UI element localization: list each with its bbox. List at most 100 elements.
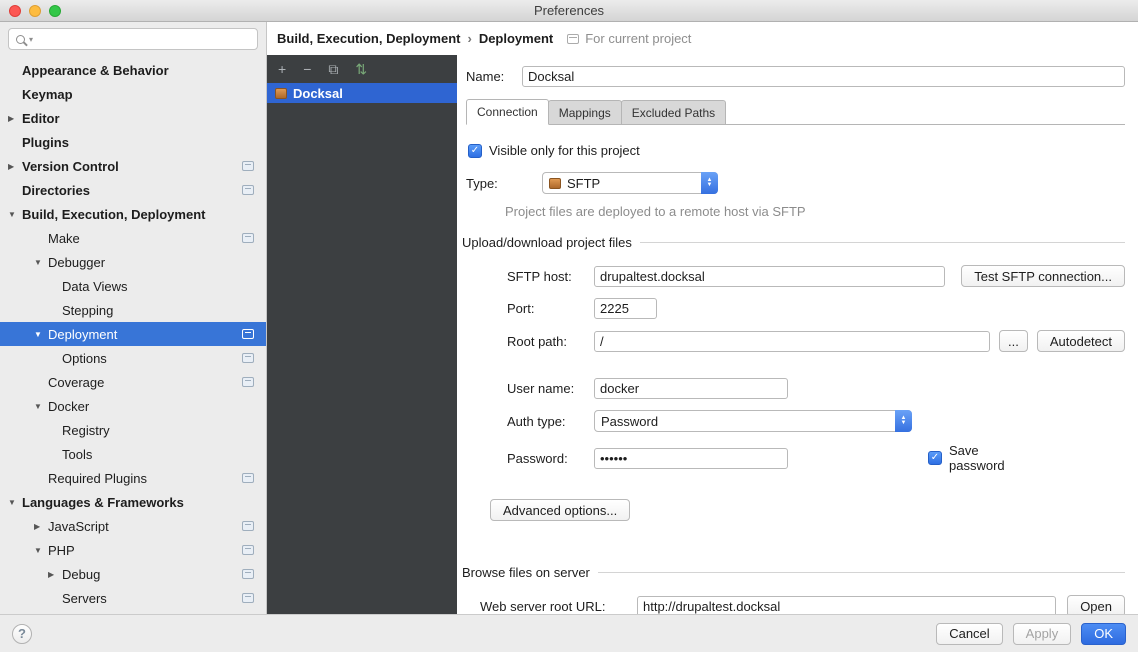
visible-only-checkbox[interactable]: ✓ Visible only for this project: [468, 143, 1125, 158]
type-hint: Project files are deployed to a remote h…: [505, 204, 1125, 219]
sidebar-item-tools[interactable]: Tools: [0, 442, 266, 466]
chevron-down-icon[interactable]: ▼: [8, 210, 22, 219]
search-options-caret-icon[interactable]: ▾: [29, 35, 33, 44]
sidebar-item-javascript[interactable]: ▶JavaScript: [0, 514, 266, 538]
test-sftp-connection-button[interactable]: Test SFTP connection...: [961, 265, 1125, 287]
sidebar-item-build-execution-deployment[interactable]: ▼Build, Execution, Deployment: [0, 202, 266, 226]
chevron-right-icon[interactable]: ▶: [34, 522, 48, 531]
project-settings-icon: [242, 473, 254, 483]
sidebar-item-appearance-behavior[interactable]: Appearance & Behavior: [0, 58, 266, 82]
save-password-label: Save password: [949, 443, 1015, 473]
tab-connection[interactable]: Connection: [466, 99, 549, 125]
sidebar-item-data-views[interactable]: Data Views: [0, 274, 266, 298]
sidebar-item-label: Plugins: [22, 135, 69, 150]
chevron-down-icon[interactable]: ▼: [34, 402, 48, 411]
name-field[interactable]: [522, 66, 1125, 87]
sidebar-item-docker[interactable]: ▼Docker: [0, 394, 266, 418]
connection-tab-content: ✓ Visible only for this project Type: SF…: [466, 125, 1125, 614]
sidebar-item-plugins[interactable]: Plugins: [0, 130, 266, 154]
close-button[interactable]: [9, 5, 21, 17]
browse-root-path-button[interactable]: ...: [999, 330, 1028, 352]
sidebar-item-label: Registry: [62, 423, 110, 438]
chevron-right-icon[interactable]: ▶: [8, 114, 22, 123]
autodetect-button[interactable]: Autodetect: [1037, 330, 1125, 352]
help-button[interactable]: ?: [12, 624, 32, 644]
user-name-field[interactable]: [594, 378, 788, 399]
server-item-label: Docksal: [293, 86, 343, 101]
sidebar-item-label: Required Plugins: [48, 471, 147, 486]
sidebar-item-version-control[interactable]: ▶Version Control: [0, 154, 266, 178]
chevron-down-icon[interactable]: ▼: [8, 498, 22, 507]
sidebar-item-required-plugins[interactable]: Required Plugins: [0, 466, 266, 490]
port-row: Port:: [507, 298, 1125, 319]
tab-mappings[interactable]: Mappings: [548, 100, 622, 124]
advanced-options-button[interactable]: Advanced options...: [490, 499, 630, 521]
sync-icon[interactable]: ⇅: [355, 62, 367, 76]
sidebar-item-deployment[interactable]: ▼Deployment: [0, 322, 266, 346]
minimize-button[interactable]: [29, 5, 41, 17]
web-root-row: Web server root URL: Open: [480, 595, 1125, 614]
zoom-button[interactable]: [49, 5, 61, 17]
sidebar-item-keymap[interactable]: Keymap: [0, 82, 266, 106]
chevron-right-icon[interactable]: ▶: [8, 162, 22, 171]
root-path-row: Root path: ... Autodetect: [507, 330, 1125, 352]
sidebar-item-label: Deployment: [48, 327, 117, 342]
project-settings-icon: [242, 161, 254, 171]
password-field[interactable]: [594, 448, 788, 469]
sidebar-item-php[interactable]: ▼PHP: [0, 538, 266, 562]
save-password-checkbox[interactable]: ✓ Save password: [928, 443, 1015, 473]
chevron-down-icon[interactable]: ▼: [34, 330, 48, 339]
sidebar-item-label: Docker: [48, 399, 89, 414]
section-divider: [598, 572, 1125, 573]
sidebar-item-stepping[interactable]: Stepping: [0, 298, 266, 322]
sidebar-item-directories[interactable]: Directories: [0, 178, 266, 202]
chevron-down-icon[interactable]: ▼: [34, 546, 48, 555]
ok-button[interactable]: OK: [1081, 623, 1126, 645]
breadcrumb-part-current[interactable]: Deployment: [479, 31, 553, 46]
project-settings-icon: [242, 233, 254, 243]
sidebar-item-debugger[interactable]: ▼Debugger: [0, 250, 266, 274]
server-item-docksal[interactable]: Docksal: [267, 83, 457, 103]
breadcrumb-part-parent[interactable]: Build, Execution, Deployment: [277, 31, 460, 46]
web-root-field[interactable]: [637, 596, 1056, 615]
footer-bar: ? Cancel Apply OK: [0, 614, 1138, 652]
search-input[interactable]: ▾: [8, 28, 258, 50]
sidebar-item-languages-frameworks[interactable]: ▼Languages & Frameworks: [0, 490, 266, 514]
tabs-bar: Connection Mappings Excluded Paths: [466, 99, 1125, 125]
server-list-panel: + − ⧉ ⇅ Docksal: [267, 55, 457, 614]
deployment-body: + − ⧉ ⇅ Docksal Name:: [267, 55, 1138, 614]
sidebar-item-editor[interactable]: ▶Editor: [0, 106, 266, 130]
port-field[interactable]: [594, 298, 657, 319]
copy-icon[interactable]: ⧉: [328, 62, 338, 76]
user-name-label: User name:: [507, 381, 594, 396]
apply-button[interactable]: Apply: [1013, 623, 1072, 645]
sidebar-item-servers[interactable]: Servers: [0, 586, 266, 610]
sidebar-item-registry[interactable]: Registry: [0, 418, 266, 442]
chevron-down-icon[interactable]: ▼: [34, 258, 48, 267]
search-icon: [16, 35, 25, 44]
type-select-value: SFTP: [567, 176, 600, 191]
sidebar-item-make[interactable]: Make: [0, 226, 266, 250]
sidebar-item-options[interactable]: Options: [0, 346, 266, 370]
sidebar-item-label: PHP: [48, 543, 75, 558]
sidebar-item-label: Make: [48, 231, 80, 246]
cancel-button[interactable]: Cancel: [936, 623, 1002, 645]
auth-type-select[interactable]: Password ▲ ▼: [594, 410, 912, 432]
sftp-host-label: SFTP host:: [507, 269, 594, 284]
root-path-field[interactable]: [594, 331, 990, 352]
type-select[interactable]: SFTP ▲ ▼: [542, 172, 718, 194]
open-button[interactable]: Open: [1067, 595, 1125, 614]
tab-excluded-paths[interactable]: Excluded Paths: [621, 100, 726, 124]
sidebar-item-debug[interactable]: ▶Debug: [0, 562, 266, 586]
sidebar-item-label: Debug: [62, 567, 100, 582]
sftp-host-field[interactable]: [594, 266, 945, 287]
add-icon[interactable]: +: [278, 62, 286, 76]
sidebar-item-coverage[interactable]: Coverage: [0, 370, 266, 394]
server-list-toolbar: + − ⧉ ⇅: [267, 55, 457, 83]
main-area: ▾ Appearance & BehaviorKeymap▶Editor Plug…: [0, 22, 1138, 614]
project-settings-icon: [242, 545, 254, 555]
project-settings-icon: [242, 593, 254, 603]
chevron-right-icon[interactable]: ▶: [48, 570, 62, 579]
remove-icon[interactable]: −: [303, 62, 311, 76]
content-area: Build, Execution, Deployment › Deploymen…: [267, 22, 1138, 614]
